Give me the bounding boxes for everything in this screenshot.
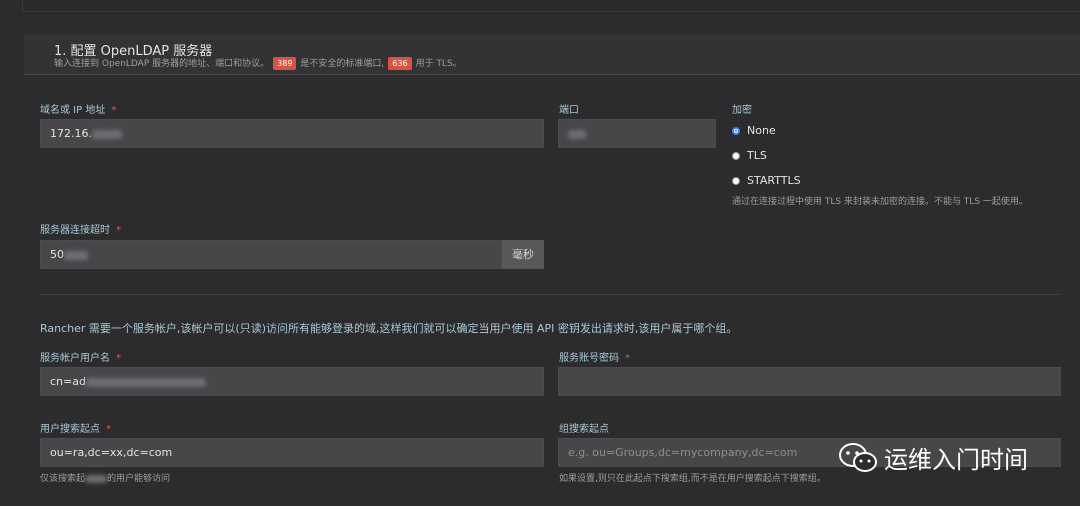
group-search-label: 组搜索起点 [559,424,609,435]
service-password-label: 服务账号密码 * [559,353,630,364]
redacted-host [92,129,122,139]
redacted-timeout [64,250,88,260]
radio-checked-icon [732,126,740,135]
radio-unchecked-icon [732,176,740,185]
desc-middle: 是不安全的标准端口, [300,59,385,69]
group-search-hint: 如果设置,则只在此起点下搜索组,而不是在用户搜索起点下搜索组。 [559,474,826,484]
section-description: 输入连接到 OpenLDAP 服务器的地址、端口和协议。 389 是不安全的标准端口… [54,56,462,70]
port-389-badge: 389 [273,57,297,70]
port-input[interactable] [558,119,716,148]
divider [40,294,1060,295]
desc-before: 输入连接到 OpenLDAP 服务器的地址、端口和协议。 [54,59,270,69]
radio-tls[interactable]: TLS [732,149,767,162]
port-636-badge: 636 [388,57,412,70]
service-user-label: 服务帐户用户名 * [40,353,121,364]
radio-unchecked-icon [732,151,740,160]
redacted-hint [85,474,108,483]
host-input[interactable]: 172.16. [40,119,544,148]
section-header: 1. 配置 OpenLDAP 服务器 输入连接到 OpenLDAP 服务器的地址… [24,34,1080,75]
timeout-label: 服务器连接超时 * [40,225,121,236]
service-account-description: Rancher 需要一个服务帐户,该帐户可以(只读)访问所有能够登录的域,这样我… [40,322,738,335]
service-user-input[interactable]: cn=ad [40,367,544,396]
encryption-hint: 通过在连接过程中使用 TLS 来封装未加密的连接。不能与 TLS 一起使用。 [732,197,1028,207]
service-password-input[interactable] [558,367,1061,396]
desc-after: 用于 TLS。 [415,59,462,69]
user-search-hint: 仅该搜索起 的用户能够访问 [40,474,171,484]
user-search-label: 用户搜索起点 * [40,424,111,435]
user-search-input[interactable]: ou=ra,dc=xx,dc=com [40,438,544,467]
host-label: 域名或 IP 地址 * [40,105,117,116]
redacted-port [568,129,586,139]
redacted-user [85,377,206,387]
timeout-unit: 毫秒 [502,240,544,269]
radio-starttls[interactable]: STARTTLS [732,174,801,187]
wechat-watermark: 运维入门时间 [838,440,1028,475]
previous-panel [22,0,1080,12]
port-label: 端口 [559,105,579,116]
timeout-input[interactable]: 50 [40,240,502,269]
watermark-text: 运维入门时间 [884,446,1028,474]
radio-none[interactable]: None [732,124,776,137]
wechat-icon [839,442,877,472]
encryption-label: 加密 [732,105,752,116]
